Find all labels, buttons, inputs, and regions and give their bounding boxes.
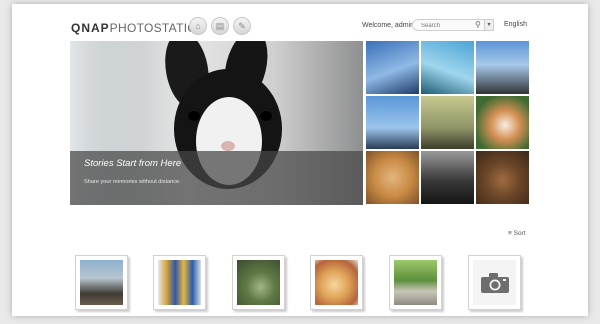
album-thumbnail[interactable] — [153, 255, 206, 310]
sort-button[interactable]: ≡ Sort — [508, 230, 526, 237]
search-icon[interactable]: ⚲ — [475, 20, 481, 29]
hero-title: Stories Start from Here — [84, 158, 182, 169]
hero-photo-eye — [260, 111, 272, 121]
language-selector[interactable]: English — [504, 21, 527, 28]
qnap-photostation-logo[interactable]: QNAPPHOTOSTATION — [71, 21, 206, 35]
mosaic-photo-sky[interactable] — [366, 41, 419, 94]
album-placeholder — [473, 260, 516, 305]
hero-subtitle: Share your memories without distance. — [84, 179, 181, 185]
album-thumbnail[interactable] — [389, 255, 442, 310]
welcome-text: Welcome, admin — [362, 22, 415, 29]
album-icon[interactable]: ▤ — [211, 17, 229, 35]
mosaic-photo-hamster[interactable] — [476, 96, 529, 149]
mosaic-photo-billboard[interactable] — [421, 41, 474, 94]
sort-label: Sort — [513, 230, 526, 237]
mosaic-photo-tower[interactable] — [476, 41, 529, 94]
album-thumbnail[interactable] — [310, 255, 363, 310]
album-thumbnail[interactable] — [468, 255, 521, 310]
photostation-window: QNAPPHOTOSTATION ⌂ ▤ ✎ Welcome, admin ⚲ … — [12, 4, 588, 316]
sort-icon: ≡ — [508, 230, 512, 237]
flags-photo — [158, 260, 201, 305]
album-thumbnail[interactable] — [232, 255, 285, 310]
photo-mosaic — [366, 41, 532, 206]
mosaic-photo-dessert[interactable] — [476, 151, 529, 204]
camera-placeholder-icon — [480, 272, 509, 293]
album-thumbnail[interactable] — [75, 255, 128, 310]
hero-banner[interactable]: Stories Start from Here Share your memor… — [70, 41, 363, 205]
food-photo — [315, 260, 358, 305]
home-icon[interactable]: ⌂ — [189, 17, 207, 35]
mosaic-photo-cat[interactable] — [366, 151, 419, 204]
mosaic-photo-trees-bw[interactable] — [421, 151, 474, 204]
settings-icon[interactable]: ✎ — [233, 17, 251, 35]
logo-brand: QNAP — [71, 21, 110, 35]
mosaic-photo-harbor[interactable] — [366, 96, 419, 149]
mosaic-photo-silhouette[interactable] — [421, 96, 474, 149]
hero-photo-eye — [188, 111, 200, 121]
landscape-photo — [394, 260, 437, 305]
hero-photo-nose — [221, 141, 235, 151]
trees-photo — [80, 260, 123, 305]
garden-photo — [237, 260, 280, 305]
nav-icons: ⌂ ▤ ✎ — [189, 17, 251, 35]
search-dropdown-button[interactable]: ▾ — [484, 19, 494, 31]
